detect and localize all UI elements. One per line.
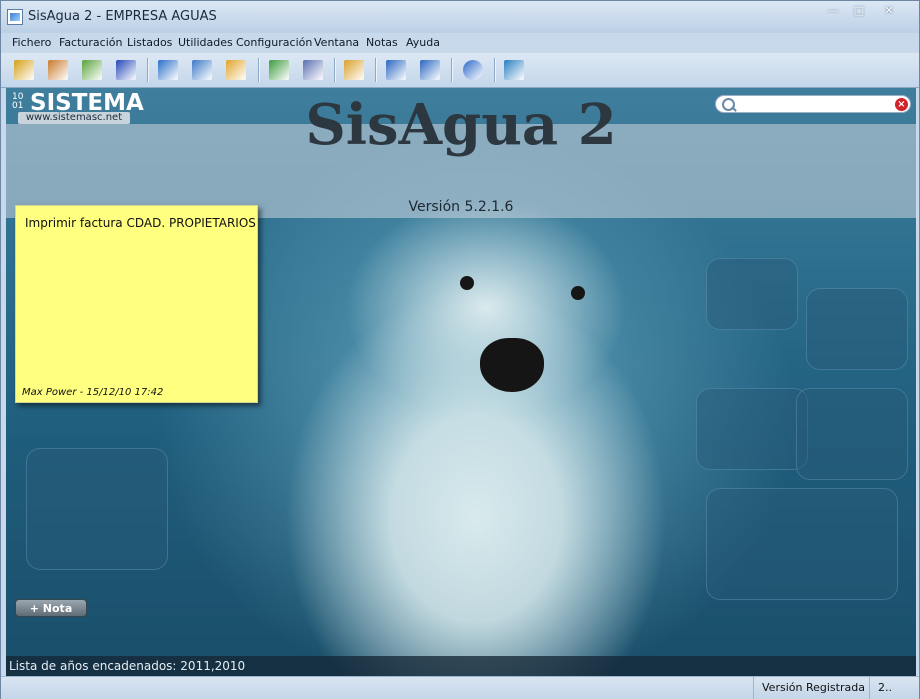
toolbar-separator — [494, 58, 495, 82]
bear-eye — [460, 276, 474, 290]
background-rock — [796, 388, 908, 480]
menu-ventana[interactable]: Ventana — [314, 36, 359, 49]
maximize-button[interactable]: □ — [847, 4, 871, 18]
sticky-note[interactable]: Imprimir factura CDAD. PROPIETARIOS Max … — [15, 205, 258, 403]
flag-icon[interactable] — [113, 57, 139, 83]
status-cell-registered: Versión Registrada — [753, 677, 869, 699]
chained-years-text: Lista de años encadenados: 2011,2010 — [9, 659, 246, 673]
menu-bar: Fichero Facturación Listados Utilidades … — [1, 33, 919, 53]
network-icon[interactable] — [300, 57, 326, 83]
status-bar: Versión Registrada 2.. — [1, 676, 919, 699]
window-title: SisAgua 2 - EMPRESA AGUAS — [28, 9, 217, 24]
tile-vertical-icon[interactable] — [383, 57, 409, 83]
note-text: Imprimir factura CDAD. PROPIETARIOS — [25, 216, 256, 230]
chained-years-bar: Lista de años encadenados: 2011,2010 — [6, 656, 916, 676]
background-rock — [706, 488, 898, 600]
minimize-button[interactable]: — — [821, 4, 845, 18]
menu-fichero[interactable]: Fichero — [12, 36, 51, 49]
status-registered: Versión Registrada — [762, 681, 865, 694]
menu-notas[interactable]: Notas — [366, 36, 398, 49]
background-rock — [706, 258, 798, 330]
close-button[interactable]: ✕ — [877, 4, 901, 18]
app-icon — [7, 9, 23, 25]
app-title: SisAgua 2 — [305, 92, 617, 158]
help-icon[interactable] — [460, 57, 486, 83]
invoices-icon[interactable] — [223, 57, 249, 83]
menu-facturacion[interactable]: Facturación — [59, 36, 122, 49]
exit-door-icon[interactable] — [501, 57, 527, 83]
bear-nose — [480, 338, 544, 392]
background-rock — [26, 448, 168, 570]
status-cell-extra: 2.. — [869, 677, 919, 699]
status-extra: 2.. — [878, 681, 892, 694]
menu-utilidades[interactable]: Utilidades — [178, 36, 233, 49]
tools-icon[interactable] — [341, 57, 367, 83]
add-note-button[interactable]: + Nota — [15, 599, 87, 617]
main-workspace: 10 01 SISTEMA www.sistemasc.net × SisAgu… — [6, 88, 916, 676]
menu-listados[interactable]: Listados — [127, 36, 172, 49]
background-rock — [806, 288, 908, 370]
toolbar-separator — [451, 58, 452, 82]
app-window: SisAgua 2 - EMPRESA AGUAS — □ ✕ Fichero … — [0, 0, 920, 699]
menu-ayuda[interactable]: Ayuda — [406, 36, 440, 49]
tile-horizontal-icon[interactable] — [417, 57, 443, 83]
gear-settings-icon[interactable] — [79, 57, 105, 83]
toolbar-separator — [147, 58, 148, 82]
note-author-date: Max Power - 15/12/10 17:42 — [22, 387, 164, 398]
checklist-icon[interactable] — [266, 57, 292, 83]
toolbar-separator — [334, 58, 335, 82]
house-icon[interactable] — [45, 57, 71, 83]
key-icon[interactable] — [11, 57, 37, 83]
title-bar[interactable]: SisAgua 2 - EMPRESA AGUAS — □ ✕ — [1, 1, 919, 33]
menu-configuracion[interactable]: Configuración — [236, 36, 312, 49]
bear-eye — [571, 286, 585, 300]
toolbar-separator — [258, 58, 259, 82]
calculator-icon[interactable] — [189, 57, 215, 83]
toolbar — [1, 53, 919, 88]
background-rock — [696, 388, 808, 470]
toolbar-separator — [375, 58, 376, 82]
book-icon[interactable] — [155, 57, 181, 83]
